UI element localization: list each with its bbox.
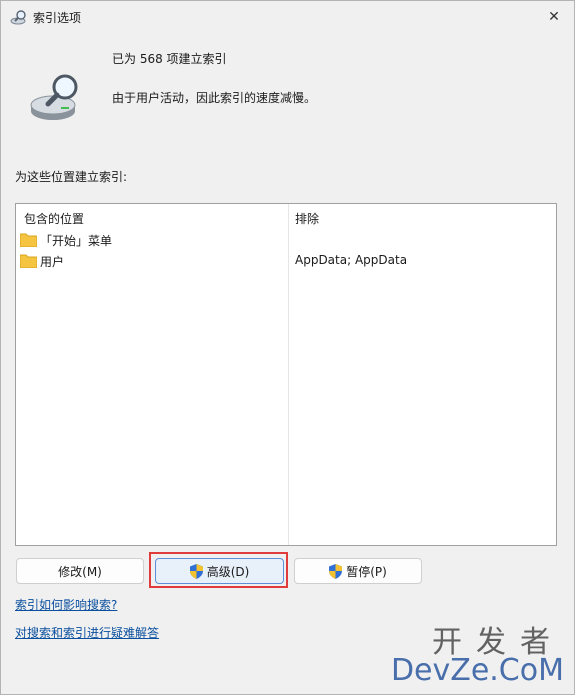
indexing-drive-icon xyxy=(30,74,78,120)
uac-shield-icon xyxy=(189,563,203,579)
close-icon: ✕ xyxy=(548,9,560,25)
list-item[interactable]: 用户 AppData; AppData xyxy=(16,251,556,272)
site-watermark: 开发者 DevZe.CoM xyxy=(391,617,564,688)
indexing-status-message: 由于用户活动，因此索引的速度减慢。 xyxy=(112,91,317,105)
window-title: 索引选项 xyxy=(33,11,82,25)
location-name: 用户 xyxy=(40,255,65,269)
watermark-en: DevZe.CoM xyxy=(390,653,564,688)
indexing-magnifier-icon xyxy=(10,10,26,25)
pause-button-label: 暂停(P) xyxy=(346,564,387,579)
modify-button[interactable]: 修改(M) xyxy=(16,558,144,584)
folder-icon xyxy=(20,233,37,247)
indexed-count-text: 已为 568 项建立索引 xyxy=(112,52,227,66)
pause-button[interactable]: 暂停(P) xyxy=(294,558,422,584)
advanced-button-label: 高级(D) xyxy=(206,564,250,579)
column-header-excluded[interactable]: 排除 xyxy=(295,210,319,227)
location-name: 「开始」菜单 xyxy=(40,234,113,248)
how-indexing-affects-search-link[interactable]: 索引如何影响搜索? xyxy=(15,596,117,613)
location-exclusions: AppData; AppData xyxy=(295,253,408,267)
list-item[interactable]: 「开始」菜单 xyxy=(16,230,556,251)
uac-shield-icon xyxy=(329,563,343,579)
modify-button-label: 修改(M) xyxy=(58,564,102,579)
indexed-locations-list[interactable]: 包含的位置 排除 「开始」菜单 用户 AppData; AppData xyxy=(15,203,557,546)
locations-section-label: 为这些位置建立索引: xyxy=(15,170,128,184)
advanced-button[interactable]: 高级(D) xyxy=(155,558,284,584)
troubleshoot-search-link[interactable]: 对搜索和索引进行疑难解答 xyxy=(15,624,159,641)
column-header-included[interactable]: 包含的位置 xyxy=(24,210,84,227)
close-button[interactable]: ✕ xyxy=(534,1,574,33)
indexing-options-window: 索引选项 ✕ 已为 568 项建立索引 由于用户活动，因此索引的速度减慢。 为这… xyxy=(0,0,575,695)
watermark-cn: 开发者 xyxy=(432,625,564,660)
folder-icon xyxy=(20,254,37,268)
title-bar: 索引选项 ✕ xyxy=(1,1,574,33)
